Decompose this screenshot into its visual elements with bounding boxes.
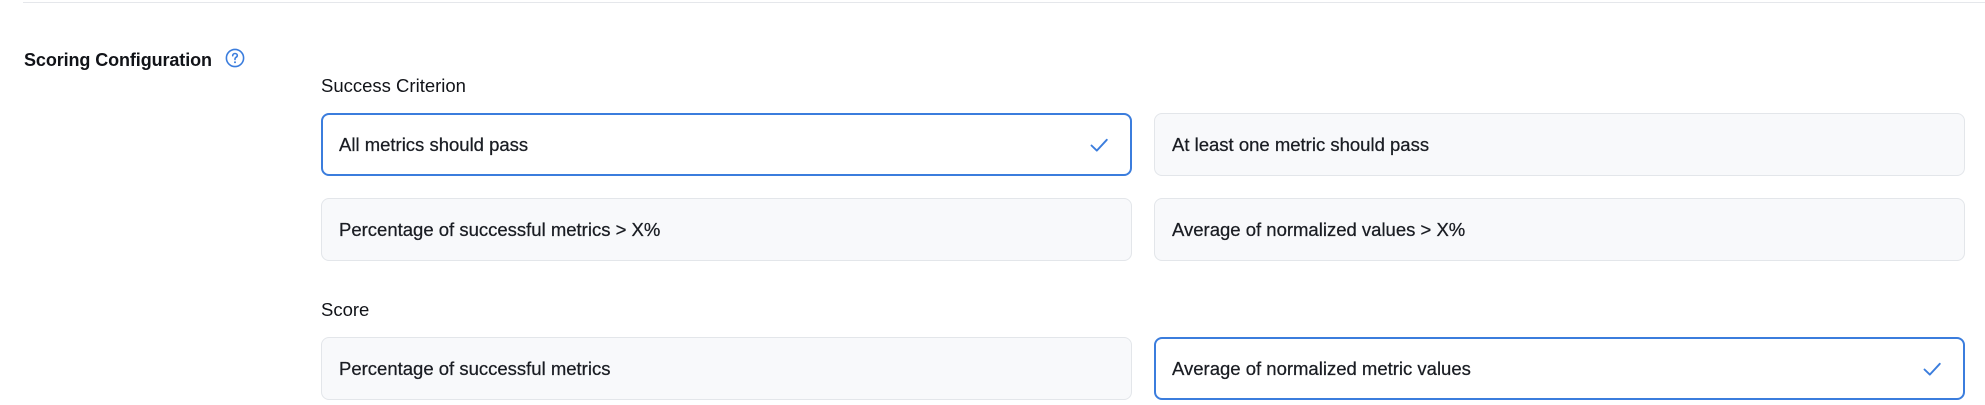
score-option-percentage-successful[interactable]: Percentage of successful metrics bbox=[321, 337, 1132, 400]
option-label: All metrics should pass bbox=[339, 133, 529, 155]
score-label: Score bbox=[321, 299, 370, 320]
check-icon bbox=[1920, 357, 1944, 381]
option-label: Percentage of successful metrics > X% bbox=[339, 218, 661, 240]
success-option-average-normalized[interactable]: Average of normalized values > X% bbox=[1154, 198, 1965, 261]
success-option-percentage-successful[interactable]: Percentage of successful metrics > X% bbox=[321, 198, 1132, 261]
option-label: Percentage of successful metrics bbox=[339, 357, 611, 379]
option-label: At least one metric should pass bbox=[1172, 133, 1430, 155]
question-circle-icon[interactable] bbox=[224, 47, 246, 69]
score-option-average-normalized[interactable]: Average of normalized metric values bbox=[1154, 337, 1965, 400]
top-divider bbox=[23, 2, 1985, 3]
option-label: Average of normalized values > X% bbox=[1172, 218, 1466, 240]
section-title: Scoring Configuration bbox=[24, 49, 212, 70]
success-option-at-least-one-metric[interactable]: At least one metric should pass bbox=[1154, 113, 1965, 176]
section-header: Scoring Configuration bbox=[24, 48, 246, 72]
scoring-configuration-page: Scoring Configuration Success Criterion … bbox=[0, 0, 1985, 405]
option-label: Average of normalized metric values bbox=[1172, 357, 1471, 379]
success-option-all-metrics-pass[interactable]: All metrics should pass bbox=[321, 113, 1132, 176]
success-criterion-label: Success Criterion bbox=[321, 75, 466, 96]
check-icon bbox=[1087, 133, 1111, 157]
